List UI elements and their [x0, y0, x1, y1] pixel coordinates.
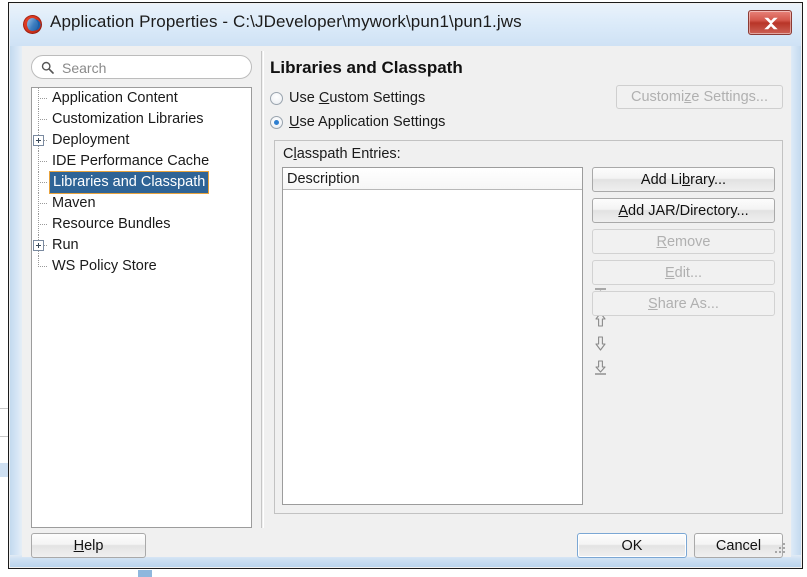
tree-elbow — [38, 161, 47, 162]
tree-item-libraries-and-classpath[interactable]: Libraries and Classpath — [32, 172, 251, 193]
tree-elbow — [38, 182, 47, 183]
window-glass-left — [10, 46, 22, 567]
help-button[interactable]: Help — [31, 533, 146, 558]
search-box[interactable] — [31, 55, 252, 79]
title-bar[interactable]: Application Properties - C:\JDeveloper\m… — [9, 3, 804, 46]
expand-plus-icon[interactable] — [33, 240, 44, 251]
tree-item-ws-policy-store[interactable]: WS Policy Store — [32, 256, 251, 277]
table-column-header-description[interactable]: Description — [283, 168, 582, 190]
cancel-button[interactable]: Cancel — [694, 533, 783, 558]
radio-use-custom-settings[interactable]: Use Custom Settings — [270, 90, 425, 106]
tree-item-label: WS Policy Store — [52, 258, 157, 274]
expand-plus-icon[interactable] — [33, 135, 44, 146]
move-down-icon — [595, 336, 606, 351]
navigation-pane: Application Content Customization Librar… — [31, 51, 253, 528]
tree-item-label: Libraries and Classpath — [50, 172, 209, 193]
tree-elbow — [38, 203, 47, 204]
tree-item-label: Resource Bundles — [52, 216, 171, 232]
radio-icon-selected — [270, 115, 283, 129]
jdeveloper-icon — [23, 15, 42, 34]
pane-splitter-highlight — [263, 51, 264, 528]
tree-elbow — [38, 119, 47, 120]
tree-item-label: Customization Libraries — [52, 111, 204, 127]
taskbar-fragment — [138, 570, 152, 577]
tree-item-deployment[interactable]: Deployment — [32, 130, 251, 151]
add-library-button[interactable]: Add Library... — [592, 167, 775, 192]
radio-label: Use Custom Settings — [289, 90, 426, 106]
tree-item-label: Deployment — [52, 132, 130, 148]
tree-item-label: Run — [52, 237, 79, 253]
edit-button[interactable]: Edit... — [592, 260, 775, 285]
classpath-entries-label: Classpath Entries: — [283, 146, 401, 162]
tree-item-maven[interactable]: Maven — [32, 193, 251, 214]
settings-tree[interactable]: Application Content Customization Librar… — [31, 87, 252, 528]
application-properties-dialog: Application Properties - C:\JDeveloper\m… — [8, 2, 803, 569]
tree-elbow — [38, 266, 47, 267]
move-down-button[interactable] — [591, 334, 610, 353]
dialog-footer: Help OK Cancel — [22, 533, 791, 558]
share-as-button[interactable]: Share As... — [592, 291, 775, 316]
radio-icon — [270, 91, 283, 105]
search-input[interactable] — [60, 58, 240, 77]
move-to-bottom-icon — [595, 360, 606, 375]
add-jar-directory-button[interactable]: Add JAR/Directory... — [592, 198, 775, 223]
page-title: Libraries and Classpath — [270, 58, 463, 77]
radio-use-application-settings[interactable]: Use Application Settings — [270, 114, 445, 130]
desktop-bottom-strip — [0, 569, 807, 577]
search-icon — [41, 61, 54, 74]
move-to-bottom-button[interactable] — [591, 358, 610, 377]
window-title: Application Properties - C:\JDeveloper\m… — [50, 12, 522, 31]
tree-item-customization-libraries[interactable]: Customization Libraries — [32, 109, 251, 130]
libraries-and-classpath-panel: Libraries and Classpath Use Custom Setti… — [270, 51, 783, 528]
classpath-entries-table[interactable]: Description — [282, 167, 583, 505]
tree-item-run[interactable]: Run — [32, 235, 251, 256]
tree-item-label: Maven — [52, 195, 96, 211]
ok-button[interactable]: OK — [577, 533, 687, 558]
pane-splitter[interactable] — [261, 51, 262, 528]
close-icon — [764, 17, 778, 30]
tree-item-ide-performance-cache[interactable]: IDE Performance Cache — [32, 151, 251, 172]
tree-item-label: Application Content — [52, 90, 178, 106]
customize-settings-button[interactable]: Customize Settings... — [616, 85, 783, 109]
tree-item-label: IDE Performance Cache — [52, 153, 210, 169]
resize-grip[interactable] — [775, 543, 787, 555]
tree-elbow — [38, 224, 47, 225]
tree-item-resource-bundles[interactable]: Resource Bundles — [32, 214, 251, 235]
remove-button[interactable]: Remove — [592, 229, 775, 254]
radio-label: Use Application Settings — [289, 114, 446, 130]
tree-elbow — [38, 98, 47, 99]
classpath-entries-group: Classpath Entries: Description Add Libra… — [274, 140, 783, 514]
tree-item-application-content[interactable]: Application Content — [32, 88, 251, 109]
dialog-content: Application Content Customization Librar… — [22, 46, 791, 558]
close-button[interactable] — [748, 10, 792, 35]
